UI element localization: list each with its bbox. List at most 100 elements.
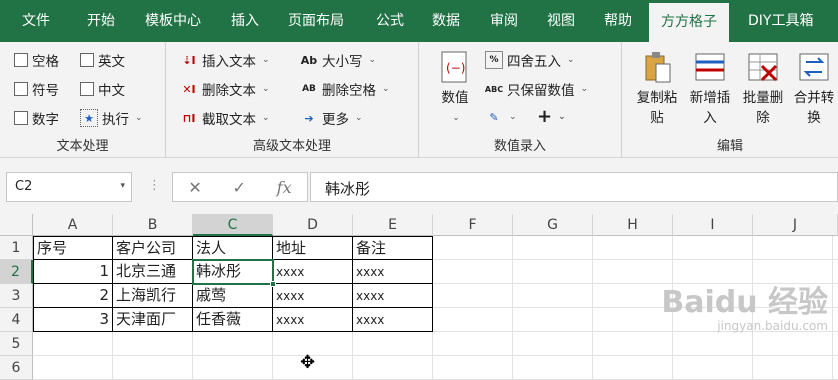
cell-c1[interactable]: 法人: [193, 236, 273, 260]
checkbox-english[interactable]: [80, 53, 94, 67]
tab-diy-toolbox[interactable]: DIY工具箱: [748, 0, 813, 42]
tab-review[interactable]: 审阅: [490, 0, 518, 42]
tab-template-center[interactable]: 模板中心: [145, 0, 201, 42]
more-button[interactable]: ➔ 更多 ⌄: [300, 108, 363, 129]
chevron-down-icon: ⌄: [262, 84, 270, 94]
keep-value-button[interactable]: ABC 只保留数值 ⌄: [485, 79, 588, 99]
chevron-down-icon: ⌄: [558, 111, 566, 122]
chevron-down-icon: ⌄: [355, 113, 363, 123]
cell-a1[interactable]: 序号: [33, 236, 113, 260]
case-label: 大小写: [322, 54, 363, 70]
name-box[interactable]: C2 ▾: [6, 172, 132, 202]
col-header-g[interactable]: G: [513, 214, 593, 236]
delete-space-button[interactable]: AB 删除空格 ⌄: [300, 79, 389, 99]
col-header-a[interactable]: A: [33, 214, 113, 236]
tab-insert[interactable]: 插入: [231, 0, 259, 42]
col-header-c[interactable]: C: [193, 214, 273, 236]
col-header-d[interactable]: D: [273, 214, 353, 236]
cell-e2[interactable]: xxxx: [353, 260, 433, 284]
tab-view[interactable]: 视图: [547, 0, 575, 42]
tab-formulas[interactable]: 公式: [376, 0, 404, 42]
cell-e4[interactable]: xxxx: [353, 308, 433, 332]
option-number[interactable]: 数字: [14, 108, 59, 128]
cell-d4[interactable]: xxxx: [273, 308, 353, 332]
chevron-down-icon: ⌄: [509, 112, 517, 122]
clipboard-icon: [640, 50, 674, 84]
cell-e3[interactable]: xxxx: [353, 284, 433, 308]
select-all-corner[interactable]: [0, 214, 33, 236]
col-header-j[interactable]: J: [753, 214, 838, 236]
row-header-3[interactable]: 3: [0, 284, 33, 308]
row-header-2[interactable]: 2: [0, 260, 33, 284]
splitter-icon[interactable]: ⋮: [148, 178, 161, 193]
fill-handle[interactable]: [270, 281, 276, 287]
cell-b1[interactable]: 客户公司: [113, 236, 193, 260]
cell-b3[interactable]: 上海凯行: [113, 284, 193, 308]
col-header-b[interactable]: B: [113, 214, 193, 236]
cancel-icon[interactable]: ✕: [188, 178, 201, 197]
cell-d3[interactable]: xxxx: [273, 284, 353, 308]
col-header-h[interactable]: H: [593, 214, 673, 236]
copy-paste-label-1: 复制粘: [636, 90, 678, 106]
extract-text-button[interactable]: ⊓I 截取文本 ⌄: [180, 108, 270, 129]
chevron-down-icon[interactable]: ▾: [120, 181, 125, 191]
tab-fangfang[interactable]: 方方格子: [649, 3, 729, 42]
group-value-entry: (−) 数值 ⌄ % 四舍五入 ⌄ ABC 只保留数值 ⌄ ✎ ⌄ + ⌄ 数值录入: [419, 42, 622, 158]
plus-button[interactable]: + ⌄: [537, 106, 566, 127]
tab-home[interactable]: 开始: [87, 0, 115, 42]
group-text-processing: 空格 英文 符号 中文 数字 ★ 执行 ⌄ 文本处理: [0, 42, 166, 158]
watermark-brand: Baidu 经验: [661, 285, 828, 320]
merge-convert-button[interactable]: 合并转 换: [789, 50, 838, 128]
svg-text:(−): (−): [446, 61, 465, 75]
tab-file[interactable]: 文件: [22, 0, 50, 42]
formula-input[interactable]: 韩冰彤: [310, 172, 838, 202]
value-button[interactable]: (−) 数值 ⌄: [435, 50, 475, 128]
batch-delete-label-1: 批量删: [742, 90, 784, 106]
checkbox-chinese[interactable]: [80, 82, 94, 96]
new-insert-button[interactable]: 新增插 入: [685, 50, 735, 128]
case-button[interactable]: Ab 大小写 ⌄: [300, 50, 376, 71]
col-header-e[interactable]: E: [353, 214, 433, 236]
tab-help[interactable]: 帮助: [604, 0, 632, 42]
cell-e1[interactable]: 备注: [353, 236, 433, 260]
checkbox-number[interactable]: [14, 111, 28, 125]
execute-button[interactable]: ★ 执行 ⌄: [80, 108, 143, 128]
cell-d1[interactable]: 地址: [273, 236, 353, 260]
confirm-icon[interactable]: ✓: [233, 178, 246, 197]
round-button[interactable]: % 四舍五入 ⌄: [485, 50, 575, 70]
cell-a2[interactable]: 1: [33, 260, 113, 284]
copy-paste-button[interactable]: 复制粘 贴: [632, 50, 682, 128]
batch-delete-button[interactable]: 批量删 除: [738, 50, 788, 128]
option-number-label: 数字: [32, 112, 59, 128]
option-english[interactable]: 英文: [80, 50, 125, 70]
checkbox-symbol[interactable]: [14, 82, 28, 96]
cell-c3[interactable]: 戚莺: [193, 284, 273, 308]
option-symbol-label: 符号: [32, 83, 59, 99]
row-header-1[interactable]: 1: [0, 236, 33, 260]
cell-c2[interactable]: 韩冰彤: [193, 260, 273, 284]
cell-a4[interactable]: 3: [33, 308, 113, 332]
cell-c4[interactable]: 任香薇: [193, 308, 273, 332]
keep-value-label: 只保留数值: [507, 83, 575, 99]
option-symbol[interactable]: 符号: [14, 79, 59, 99]
tab-page-layout[interactable]: 页面布局: [288, 0, 344, 42]
insert-text-button[interactable]: ⇣I 插入文本 ⌄: [180, 50, 269, 71]
option-chinese[interactable]: 中文: [80, 79, 125, 99]
delete-text-button[interactable]: ✕I 删除文本 ⌄: [180, 79, 270, 100]
option-space[interactable]: 空格: [14, 50, 59, 70]
checkbox-space[interactable]: [14, 53, 28, 67]
row-header-6[interactable]: 6: [0, 356, 33, 380]
col-header-i[interactable]: I: [673, 214, 753, 236]
cell-b2[interactable]: 北京三通: [113, 260, 193, 284]
row-header-5[interactable]: 5: [0, 332, 33, 356]
cell-d2[interactable]: xxxx: [273, 260, 353, 284]
row-header-4[interactable]: 4: [0, 308, 33, 332]
more-label: 更多: [322, 112, 349, 128]
edit-pen-button[interactable]: ✎ ⌄: [485, 108, 517, 126]
fx-icon[interactable]: fx: [277, 178, 292, 197]
cell-a3[interactable]: 2: [33, 284, 113, 308]
cell-b4[interactable]: 天津面厂: [113, 308, 193, 332]
delete-space-label: 删除空格: [322, 83, 376, 99]
tab-data[interactable]: 数据: [432, 0, 460, 42]
col-header-f[interactable]: F: [433, 214, 513, 236]
